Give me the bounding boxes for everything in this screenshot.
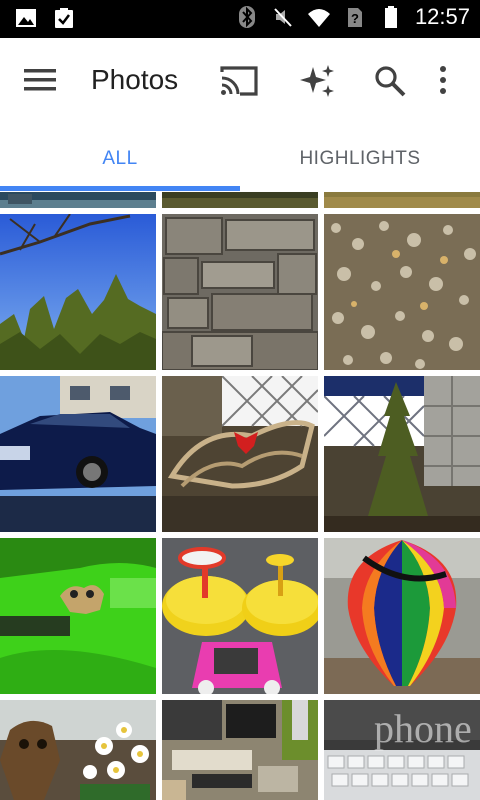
tab-highlights[interactable]: HIGHLIGHTS [240, 148, 480, 170]
clock: 12:57 [414, 4, 470, 29]
status-right: ? 12:57 [235, 4, 470, 30]
photo-hot-air-balloon [324, 538, 480, 694]
photo-ground [162, 192, 318, 208]
photo-tile[interactable] [0, 214, 156, 370]
photo-water [0, 192, 156, 208]
tab-indicator [0, 186, 240, 191]
bluetooth-icon [238, 6, 255, 28]
photo-tile[interactable] [324, 214, 480, 370]
photo-tile[interactable]: phone scoop [324, 700, 480, 800]
no-sim-icon: ? [347, 8, 362, 27]
photo-figurine-and-flowers [0, 700, 156, 800]
photo-stone-wall [162, 214, 318, 370]
app-bar: Photos [0, 38, 480, 122]
photo-tile[interactable] [0, 700, 156, 800]
photo-tile[interactable] [0, 192, 156, 208]
tab-all[interactable]: ALL [0, 148, 240, 170]
photo-keyboard: phone scoop [324, 700, 480, 800]
photo-tile[interactable] [0, 376, 156, 532]
wifi-icon [307, 9, 330, 27]
photo-tile[interactable] [324, 192, 480, 208]
more-icon[interactable] [434, 64, 452, 98]
photo-tile[interactable] [162, 376, 318, 532]
photo-tile[interactable] [162, 538, 318, 694]
tab-bar: ALL HIGHLIGHTS [0, 122, 480, 194]
photo-tile[interactable] [162, 214, 318, 370]
photo-grass [324, 192, 480, 208]
photo-gravel [324, 214, 480, 370]
page-title: Photos [91, 64, 179, 95]
status-left [14, 6, 76, 30]
photo-tile[interactable] [162, 192, 318, 208]
photo-tile[interactable] [0, 538, 156, 694]
photo-blue-car [0, 376, 156, 532]
svg-text:?: ? [351, 11, 359, 26]
search-icon[interactable] [373, 64, 407, 98]
assistant-icon[interactable] [300, 63, 336, 99]
menu-icon[interactable] [24, 66, 58, 94]
status-bar: ? 12:57 [0, 0, 480, 38]
photo-tile[interactable] [324, 538, 480, 694]
cast-icon[interactable] [218, 64, 260, 98]
clipboard-check-icon [55, 8, 73, 28]
photo-tile[interactable] [324, 376, 480, 532]
photo-reindeer-decoration [162, 376, 318, 532]
photo-desk [162, 700, 318, 800]
gallery-icon [16, 9, 36, 27]
photo-green-sled-with-toy [0, 538, 156, 694]
watermark-text: phone scoop [374, 706, 480, 751]
photo-spinning-toys [162, 538, 318, 694]
photo-small-evergreen [324, 376, 480, 532]
vibrate-off-icon [274, 8, 292, 27]
photo-trees-and-sky [0, 214, 156, 370]
photo-tile[interactable] [162, 700, 318, 800]
battery-icon [384, 6, 397, 28]
photo-grid: phone scoop [0, 192, 480, 800]
